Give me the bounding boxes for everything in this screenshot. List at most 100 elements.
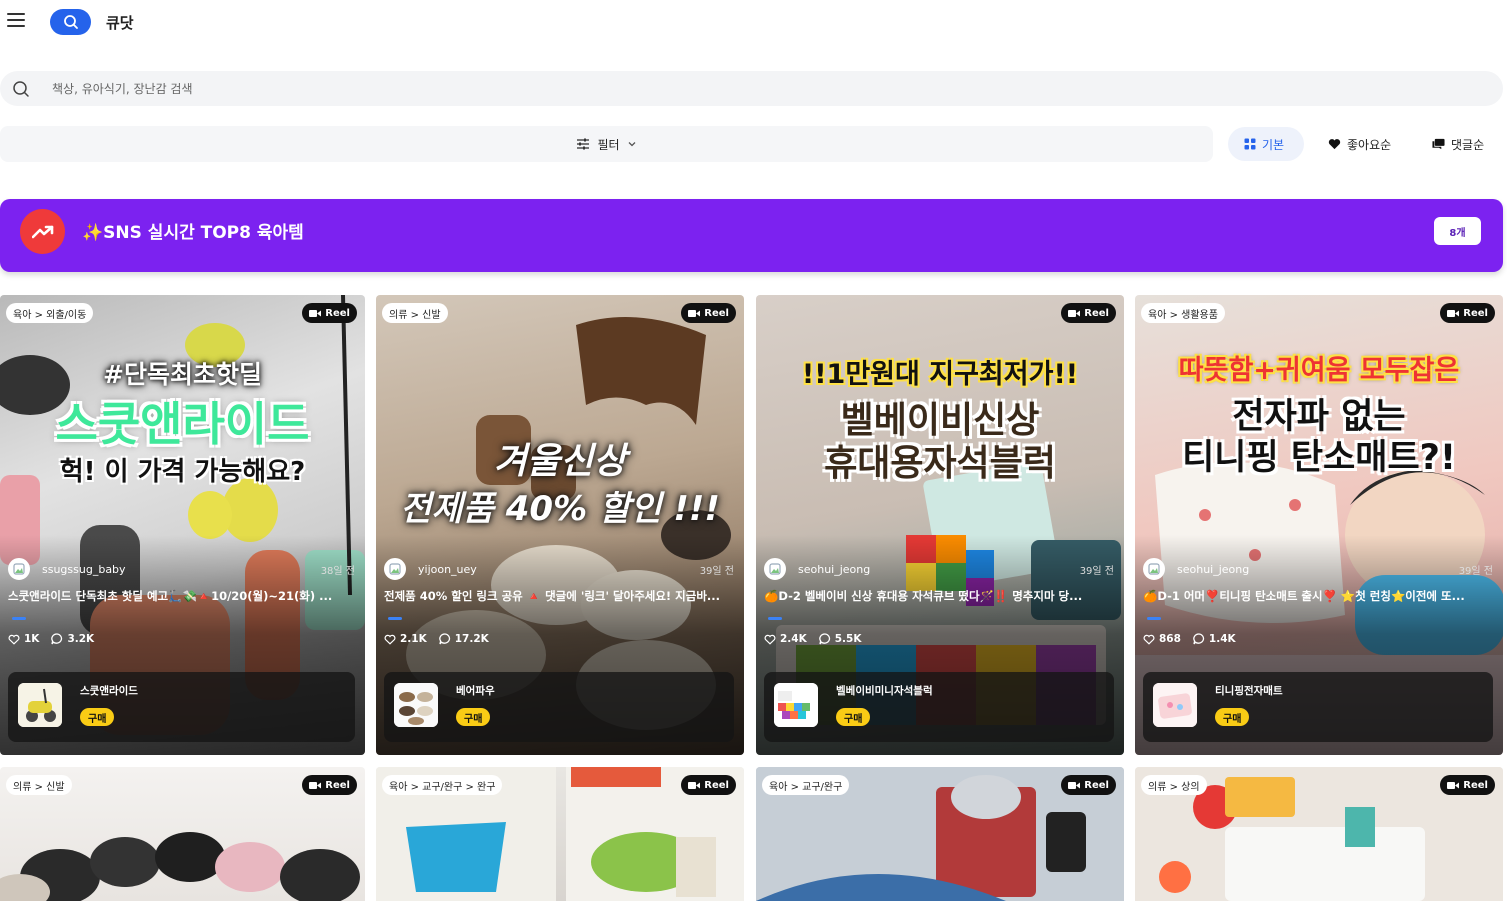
category-badge: 의류 > 신발 [6, 775, 72, 795]
avatar [384, 558, 406, 580]
reel-headline-line: 휴대용자석블럭 [824, 443, 1056, 484]
reel-badge: Reel [302, 775, 357, 795]
like-count-value: 1K [24, 633, 40, 645]
reel-card[interactable]: 의류 > 신발 Reel [0, 767, 365, 901]
trending-icon [20, 209, 65, 254]
category-badge: 육아 > 교구/완구 [762, 775, 850, 795]
reel-card[interactable]: 육아 > 교구/완구 > 완구 Reel [376, 767, 744, 901]
reel-headline-line: 겨울신상 [493, 441, 627, 482]
like-count[interactable]: 1K [8, 633, 39, 645]
comment-count[interactable]: 3.2K [51, 633, 94, 645]
search-input[interactable] [52, 71, 1452, 106]
avatar [764, 558, 786, 580]
product-card[interactable]: 베어파우 구매 [384, 672, 734, 742]
heart-outline-icon [764, 634, 776, 645]
reel-label: Reel [325, 307, 350, 319]
product-name: 베어파우 [456, 685, 495, 697]
comment-outline-icon [1193, 633, 1205, 645]
reel-description: 스쿳앤라이드 단독최초 핫딜 예고🛴💸🔺10/20(월)~21(화) ... [8, 589, 333, 603]
filter-label: 필터 [597, 137, 620, 152]
reel-card[interactable]: 따뜻함+귀여움 모두잡은 전자파 없는 티니핑 탄소매트?! 육아 > 생활용품… [1135, 295, 1503, 755]
reel-label: Reel [1463, 307, 1488, 319]
chevron-down-icon [628, 142, 636, 147]
reel-author[interactable]: ssugssug_baby 38일 전 [8, 558, 355, 580]
reel-stats: 2.1K 17.2K [384, 633, 489, 645]
heart-icon [1328, 139, 1341, 150]
reel-card[interactable]: #단독최초핫딜 스쿳앤라이드 헉! 이 가격 가능해요? 육아 > 외출/이동 … [0, 295, 365, 755]
like-count-value: 2.1K [400, 633, 427, 645]
like-count[interactable]: 868 [1143, 633, 1181, 645]
reel-headline-line: 벨베이비신상 [840, 400, 1040, 441]
reel-author[interactable]: yijoon_uey 39일 전 [384, 558, 734, 580]
comment-count[interactable]: 17.2K [439, 633, 489, 645]
reel-headline-line: 전제품 40% 할인 !!! [400, 489, 720, 529]
image-placeholder-icon [1148, 563, 1160, 575]
product-name: 벨베이비미니자석블럭 [836, 685, 933, 697]
grid-icon [1244, 138, 1256, 150]
search-button[interactable] [50, 9, 91, 35]
reel-card[interactable]: 의류 > 상의 Reel [1135, 767, 1503, 901]
reel-description: 전제품 40% 할인 링크 공유 🔺 댓글에 '링크' 달아주세요! 지금바..… [384, 589, 721, 603]
reel-card[interactable]: 육아 > 교구/완구 Reel [756, 767, 1124, 901]
reel-headline-line: #단독최초핫딜 [103, 360, 262, 389]
category-badge: 육아 > 교구/완구 > 완구 [382, 775, 503, 795]
reel-headline-line: 전자파 없는 [1232, 397, 1406, 437]
comment-count-value: 17.2K [454, 633, 489, 645]
buy-button[interactable]: 구매 [80, 708, 115, 726]
search-icon [13, 81, 29, 97]
like-count[interactable]: 2.4K [764, 633, 807, 645]
reel-card[interactable]: !!1만원대 지구최저가!! 벨베이비신상 휴대용자석블럭 Reel seohu… [756, 295, 1124, 755]
post-time: 39일 전 [1458, 565, 1493, 577]
buy-button[interactable]: 구매 [1215, 708, 1250, 726]
video-icon [1447, 781, 1460, 789]
author-name: seohui_jeong [798, 562, 871, 576]
reel-card[interactable]: 겨울신상 전제품 40% 할인 !!! 의류 > 신발 Reel yijoon_… [376, 295, 744, 755]
filter-button[interactable]: 필터 [0, 126, 1213, 162]
sort-comments-label: 댓글순 [1451, 137, 1485, 152]
top8-banner[interactable]: ✨SNS 실시간 TOP8 육아템 8개 [0, 199, 1503, 272]
avatar [8, 558, 30, 580]
category-badge: 의류 > 상의 [1141, 775, 1207, 795]
image-placeholder-icon [389, 563, 401, 575]
reel-headline-line: !!1만원대 지구최저가!! [801, 359, 1079, 390]
avatar [1143, 558, 1165, 580]
heart-outline-icon [8, 634, 20, 645]
brand-name[interactable]: 큐닷 [106, 12, 134, 33]
banner-count-button[interactable]: 8개 [1434, 217, 1481, 245]
category-badge: 의류 > 신발 [382, 303, 448, 323]
image-placeholder-icon [769, 563, 781, 575]
reel-description: 🍊D-1 어머❣️티니핑 탄소매트 출시❣️ ⭐첫 런칭⭐이전에 또... [1143, 589, 1465, 603]
product-card[interactable]: 벨베이비미니자석블럭 구매 [764, 672, 1114, 742]
comment-outline-icon [51, 633, 63, 645]
carousel-indicator [12, 617, 26, 620]
category-badge: 육아 > 외출/이동 [6, 303, 94, 323]
reel-stats: 868 1.4K [1143, 633, 1236, 645]
image-placeholder-icon [13, 563, 25, 575]
banner-title: ✨SNS 실시간 TOP8 육아템 [82, 223, 304, 243]
like-count[interactable]: 2.1K [384, 633, 427, 645]
reel-author[interactable]: seohui_jeong 39일 전 [1143, 558, 1493, 580]
buy-button[interactable]: 구매 [456, 708, 491, 726]
reel-description: 🍊D-2 벨베이비 신상 휴대용 자석큐브 떴다🪄‼️ 명추지마 당... [764, 589, 1083, 603]
sort-comments-button[interactable]: 댓글순 [1416, 127, 1500, 161]
sort-basic-button[interactable]: 기본 [1228, 127, 1304, 161]
reel-stats: 1K 3.2K [8, 633, 94, 645]
reel-badge: Reel [1440, 303, 1495, 323]
product-card[interactable]: 스쿳앤라이드 구매 [8, 672, 355, 742]
sort-likes-button[interactable]: 좋아요순 [1312, 127, 1407, 161]
post-time: 38일 전 [320, 565, 355, 577]
buy-button[interactable]: 구매 [836, 708, 871, 726]
reel-badge: Reel [681, 303, 736, 323]
video-icon [309, 781, 322, 789]
comment-count[interactable]: 1.4K [1193, 633, 1236, 645]
search-icon [63, 15, 78, 29]
menu-icon[interactable] [7, 13, 25, 29]
reel-stats: 2.4K 5.5K [764, 633, 862, 645]
heart-outline-icon [1143, 634, 1155, 645]
reel-author[interactable]: seohui_jeong 39일 전 [764, 558, 1114, 580]
comment-count[interactable]: 5.5K [819, 633, 862, 645]
product-card[interactable]: 티니핑전자매트 구매 [1143, 672, 1493, 742]
sort-basic-label: 기본 [1262, 137, 1285, 152]
reel-badge: Reel [302, 303, 357, 323]
comment-icon [1432, 138, 1445, 150]
